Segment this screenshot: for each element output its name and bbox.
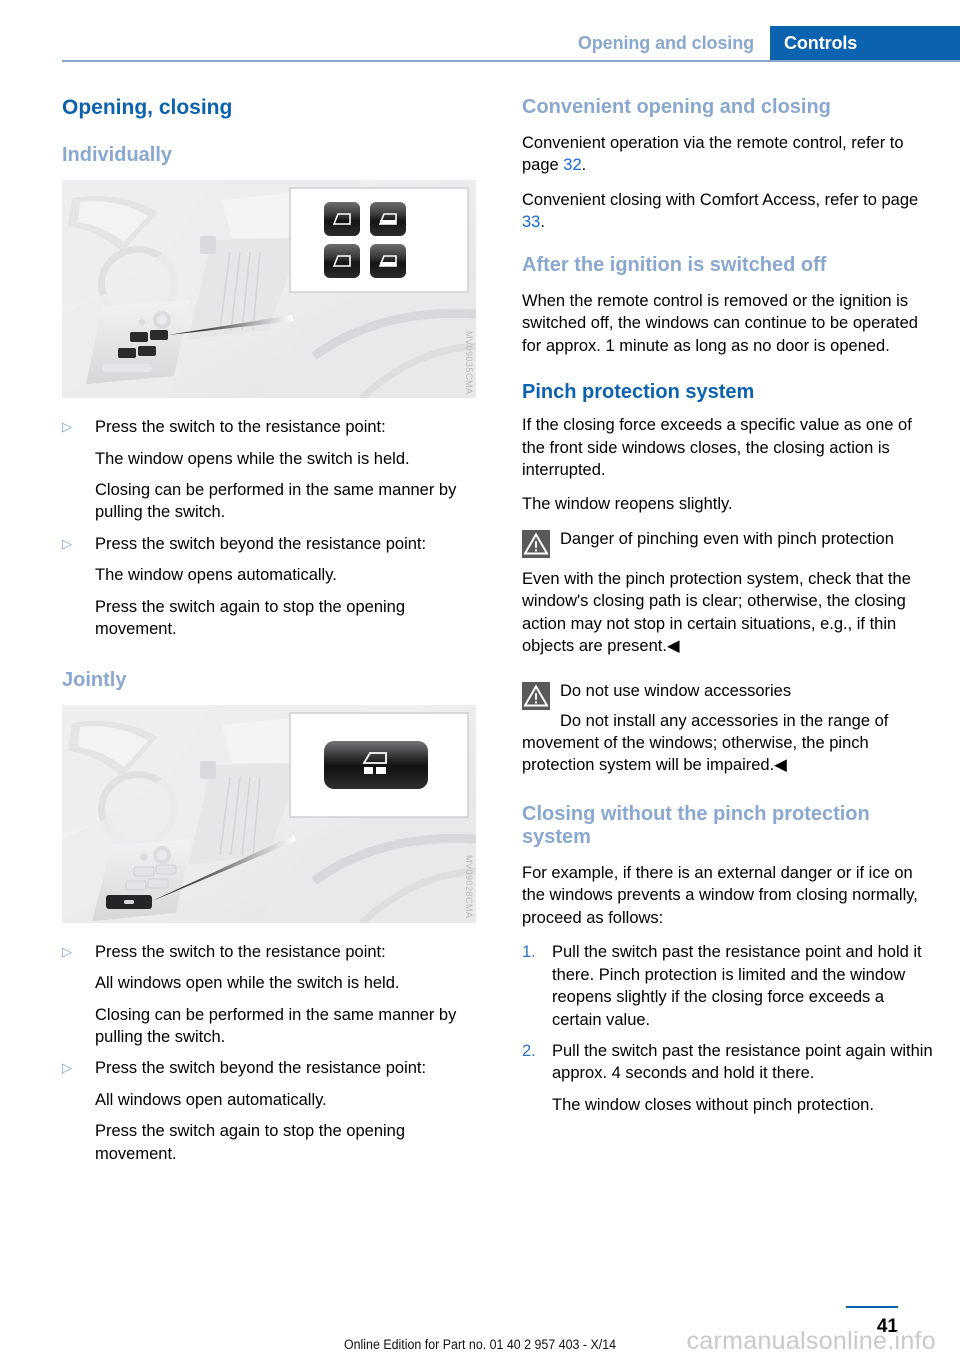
right-column: Convenient opening and closing Convenien… (522, 96, 936, 1174)
list-item-continuation: All windows open automatically. (95, 1090, 327, 1109)
triangle-bullet-icon: ▷ (62, 1060, 72, 1076)
warning-triangle-icon (522, 681, 550, 710)
paragraph-text-before: Convenient closing with Comfort Access, … (522, 190, 919, 209)
step-continuation: The window closes without pinch protecti… (552, 1095, 874, 1114)
warning-danger-of-pinching: Danger of pinching even with pinch prote… (522, 528, 936, 658)
warning-no-window-accessories: Do not use window accessories Do not ins… (522, 680, 936, 777)
warning-body: Do not install any accessories in the ra… (522, 711, 889, 775)
after-ignition-paragraph: When the remote control is removed or th… (522, 291, 918, 355)
figure-joint-switch: MV09028CMA (62, 704, 476, 923)
figure-code: MV09035CMA (464, 330, 474, 395)
closing-without-intro-paragraph: For example, if there is an external dan… (522, 863, 918, 927)
left-column: Opening, closing Individually MV09035CMA… (62, 96, 476, 1174)
triangle-bullet-icon: ▷ (62, 419, 72, 435)
page-number: 41 (876, 1316, 898, 1337)
heading-jointly: Jointly (62, 668, 127, 691)
warning-header: Danger of pinching even with pinch prote… (522, 528, 936, 558)
list-item: 2. Pull the switch past the resistance p… (522, 1040, 936, 1085)
header-tabs: Opening and closing Controls (568, 26, 960, 60)
header-rule (62, 60, 960, 62)
individually-steps-list: ▷ Press the switch to the resistance poi… (62, 416, 476, 641)
warning-title: Danger of pinching even with pinch prote… (560, 529, 894, 548)
jointly-steps-list: ▷ Press the switch to the resistance poi… (62, 941, 476, 1166)
list-item-continuation: Closing can be performed in the same man… (95, 1005, 457, 1046)
comfort-access-paragraph: Convenient closing with Comfort Access, … (522, 189, 936, 234)
list-item: ▷ Press the switch beyond the resistance… (62, 1057, 476, 1079)
list-item-text: Press the switch to the resistance point… (95, 418, 386, 437)
warning-body: Even with the pinch protection system, c… (522, 569, 911, 656)
heading-individually: Individually (62, 144, 173, 167)
step-text: Pull the switch past the resistance poin… (552, 1041, 933, 1083)
heading-closing-without-pinch-protection: Closing without the pinch protection sys… (522, 802, 870, 848)
page-number-rule (846, 1306, 898, 1308)
list-item-continuation: The window opens while the switch is hel… (95, 449, 410, 468)
warning-title: Do not use window accessories (560, 681, 792, 700)
pinch-protection-paragraph-2: The window reopens slightly. (522, 495, 733, 514)
step-number: 1. (522, 943, 536, 962)
closing-without-steps-list: 1. Pull the switch past the resistance p… (522, 941, 936, 1116)
list-item-continuation: Press the switch again to stop the openi… (95, 1122, 406, 1163)
header-section-label: Controls (770, 26, 960, 60)
list-item: 1. Pull the switch past the resistance p… (522, 941, 936, 1031)
heading-pinch-protection-system: Pinch protection system (522, 381, 755, 404)
list-item: ▷ Press the switch beyond the resistance… (62, 533, 476, 555)
list-item-continuation: Closing can be performed in the same man… (95, 481, 457, 522)
pinch-protection-paragraph-1: If the closing force exceeds a specific … (522, 416, 912, 479)
page-footer: 41 Online Edition for Part no. 01 40 2 9… (0, 1282, 960, 1362)
list-item: ▷ Press the switch to the resistance poi… (62, 416, 476, 438)
list-item-text: Press the switch to the resistance point… (95, 942, 386, 961)
page-reference-link[interactable]: 32 (563, 156, 581, 174)
warning-triangle-icon (522, 529, 550, 558)
page-content: Opening, closing Individually MV09035CMA… (62, 96, 936, 1174)
page-title: Opening, closing (62, 96, 233, 119)
list-item-continuation: All windows open while the switch is hel… (95, 974, 400, 993)
list-item-text: Press the switch beyond the resistance p… (95, 1059, 427, 1078)
list-item-continuation: The window opens automatically. (95, 566, 337, 585)
figure-individual-switches: MV09035CMA (62, 180, 476, 399)
step-text: Pull the switch past the resistance poin… (552, 943, 922, 1029)
list-item-continuation: Press the switch again to stop the openi… (95, 597, 406, 639)
list-item-text: Press the switch beyond the resistance p… (95, 534, 427, 553)
page-header: Opening and closing Controls (0, 0, 960, 62)
triangle-bullet-icon: ▷ (62, 943, 72, 959)
paragraph-text-after: . (581, 156, 587, 175)
heading-after-ignition-off: After the ignition is switched off (522, 253, 827, 276)
paragraph-text-after: . (540, 213, 545, 232)
heading-convenient-opening-closing: Convenient opening and closing (522, 96, 831, 118)
list-item: ▷ Press the switch to the resistance poi… (62, 941, 476, 963)
triangle-bullet-icon: ▷ (62, 535, 72, 551)
header-chapter-label: Opening and closing (577, 32, 754, 53)
warning-header: Do not use window accessories (522, 680, 936, 710)
page-reference-link[interactable]: 33 (522, 213, 540, 231)
footer-edition-note: Online Edition for Part no. 01 40 2 957 … (343, 1337, 617, 1352)
figure-code: MV09028CMA (464, 855, 474, 919)
step-number: 2. (522, 1041, 536, 1060)
convenient-operation-paragraph: Convenient operation via the remote cont… (522, 132, 936, 177)
